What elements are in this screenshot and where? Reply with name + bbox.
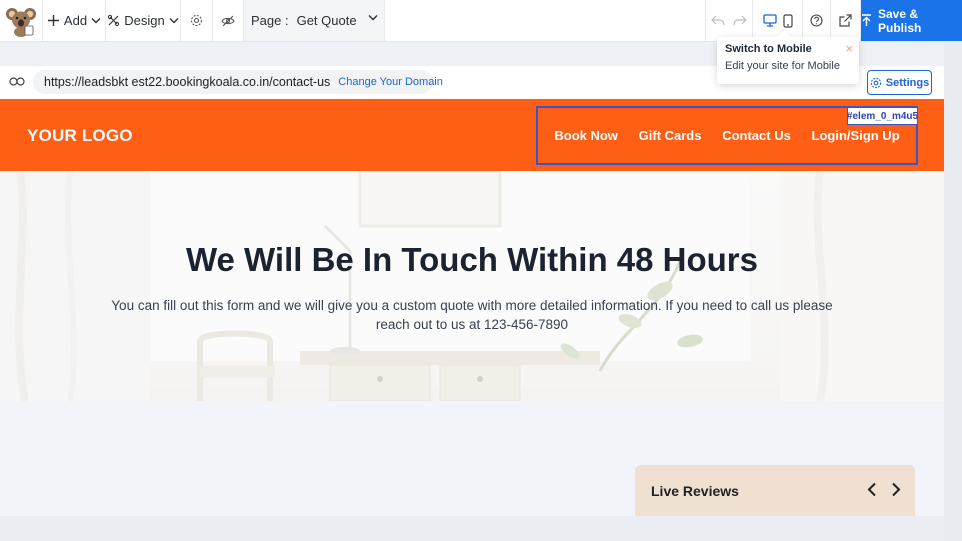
save-publish-button[interactable]: Save & Publish (861, 0, 962, 41)
redo-icon[interactable] (733, 15, 747, 26)
reviews-title: Live Reviews (651, 482, 739, 499)
desktop-icon[interactable] (762, 14, 777, 27)
nav-login-signup[interactable]: Login/Sign Up (812, 128, 900, 143)
editor-toolbar: Add Design Page : Get Quote Save & Publi… (0, 0, 962, 42)
koala-logo-icon[interactable] (0, 0, 43, 41)
chevron-right-icon[interactable] (891, 482, 901, 497)
live-reviews-widget[interactable]: Live Reviews (635, 465, 915, 516)
tooltip-title: Switch to Mobile (725, 43, 812, 55)
publish-icon (861, 14, 872, 27)
url-display: https://leadsbkt est22.bookingkoala.co.i… (33, 70, 443, 94)
site-header[interactable]: YOUR LOGO Book Now Gift Cards Contact Us… (0, 99, 944, 171)
gear-icon (870, 77, 882, 89)
help-icon (810, 14, 823, 27)
settings-button[interactable]: Settings (867, 70, 932, 95)
chevron-left-icon[interactable] (867, 482, 877, 497)
settings-label: Settings (885, 76, 930, 89)
hero-section[interactable]: We Will Be In Touch Within 48 Hours You … (0, 171, 944, 401)
hero-title[interactable]: We Will Be In Touch Within 48 Hours (0, 241, 944, 279)
add-menu[interactable]: Add (43, 0, 106, 41)
nav-contact-us[interactable]: Contact Us (722, 128, 791, 143)
reviews-nav (867, 482, 901, 497)
mobile-icon[interactable] (782, 13, 793, 28)
open-site-button[interactable] (831, 0, 861, 41)
tooltip-subtitle: Edit your site for Mobile (725, 60, 840, 72)
nav-book-now[interactable]: Book Now (554, 128, 618, 143)
design-menu[interactable]: Design (106, 0, 181, 41)
selected-element-badge: #elem_0_m4u5 (847, 107, 918, 125)
site-logo[interactable]: YOUR LOGO (27, 126, 133, 146)
chevron-down-icon (368, 14, 378, 21)
site-settings-button[interactable] (181, 0, 213, 41)
help-button[interactable] (803, 0, 831, 41)
publish-label: Save & Publish (878, 6, 922, 35)
add-label: Add (63, 13, 88, 28)
chevron-down-icon (91, 17, 101, 24)
link-icon (9, 77, 25, 86)
undo-icon[interactable] (711, 15, 725, 26)
palette-icon (107, 14, 120, 27)
page-value: Get Quote (296, 13, 357, 28)
history-controls (705, 0, 753, 41)
site-url: https://leadsbkt est22.bookingkoala.co.i… (44, 75, 331, 89)
page-selector[interactable]: Page : Get Quote (244, 0, 385, 41)
design-label: Design (124, 13, 165, 28)
change-domain-link[interactable]: Change Your Domain (338, 76, 443, 88)
external-link-icon (839, 14, 852, 27)
close-icon[interactable]: × (845, 41, 853, 56)
switch-mobile-tooltip: Switch to Mobile Edit your site for Mobi… (717, 37, 859, 84)
gear-icon (190, 14, 203, 27)
eye-slash-icon (221, 15, 235, 27)
canvas-scroll-gutter (944, 42, 962, 541)
chevron-down-icon (169, 17, 179, 24)
page-prefix: Page : (251, 13, 289, 28)
plus-icon (47, 14, 60, 27)
canvas-bottom-area (0, 516, 944, 541)
hero-overlay (0, 171, 944, 401)
hero-subtitle[interactable]: You can fill out this form and we will g… (100, 296, 844, 334)
nav-gift-cards[interactable]: Gift Cards (639, 128, 702, 143)
preview-toggle-button[interactable] (213, 0, 244, 41)
